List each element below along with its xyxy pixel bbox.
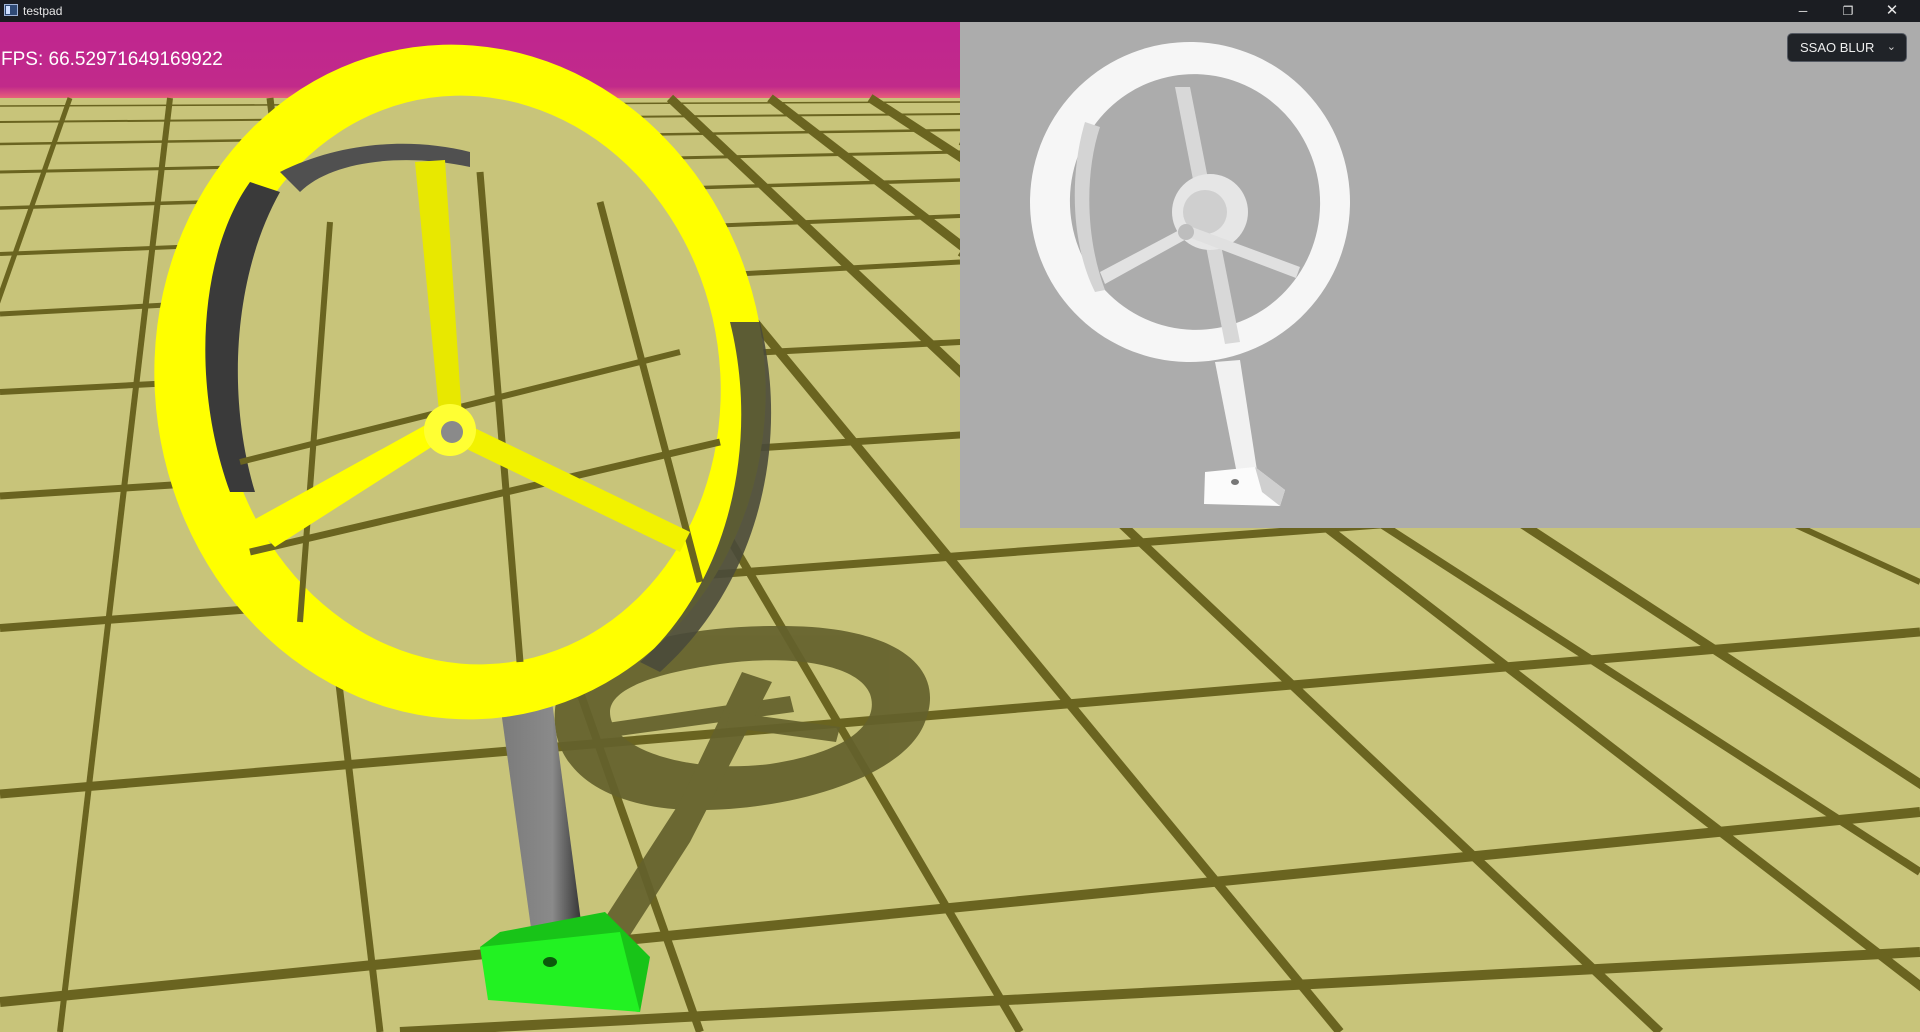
title-bar: testpad ─ ❐ ✕ bbox=[0, 0, 1920, 22]
ssao-mode-selected: SSAO BLUR bbox=[1800, 40, 1875, 55]
app-window-icon bbox=[4, 4, 18, 16]
minimize-icon[interactable]: ─ bbox=[1781, 0, 1825, 22]
window-title: testpad bbox=[23, 4, 63, 18]
scene-render bbox=[0, 22, 1920, 1032]
chevron-down-icon: ⌄ bbox=[1886, 41, 1896, 53]
ssao-preview bbox=[960, 22, 1920, 528]
restore-icon[interactable]: ❐ bbox=[1826, 0, 1870, 22]
close-icon[interactable]: ✕ bbox=[1870, 0, 1914, 22]
fps-counter: FPS: 66.52971649169922 bbox=[1, 49, 223, 70]
3d-viewport[interactable]: FPS: 66.52971649169922 bbox=[0, 22, 1920, 1032]
ssao-mode-dropdown[interactable]: SSAO BLUR ⌄ bbox=[1787, 33, 1907, 62]
